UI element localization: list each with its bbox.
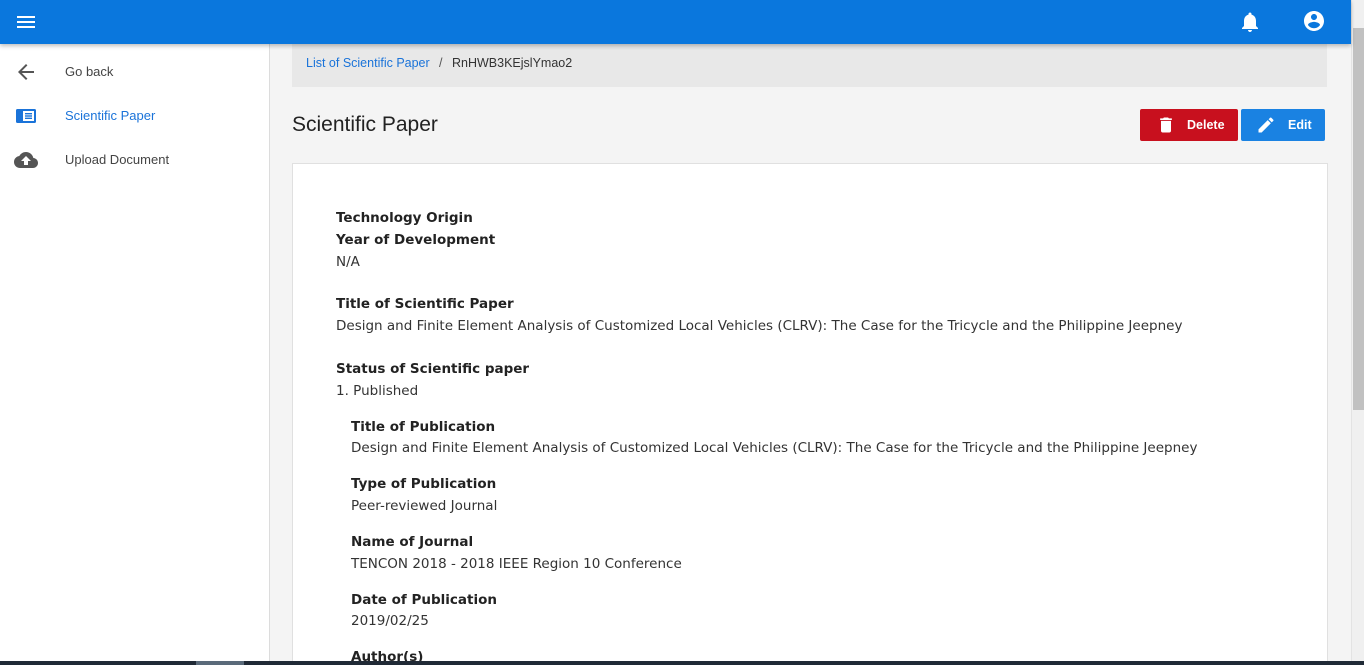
publication-type-label: Type of Publication [351, 476, 497, 492]
publication-type-value: Peer-reviewed Journal [351, 498, 498, 514]
arrow-left-icon [14, 60, 38, 84]
sidebar-item-label: Upload Document [65, 152, 170, 167]
pencil-icon [1256, 115, 1276, 135]
status-value: 1. Published [336, 383, 419, 399]
sidebar-item-go-back[interactable]: Go back [0, 52, 269, 92]
status-label: Status of Scientific paper [336, 361, 530, 377]
top-app-bar [0, 0, 1351, 44]
sidebar-item-label: Go back [65, 64, 114, 79]
sidebar-item-upload-document[interactable]: Upload Document [0, 140, 269, 180]
publication-date-value: 2019/02/25 [351, 613, 429, 629]
paper-title-label: Title of Scientific Paper [336, 296, 514, 312]
cloud-upload-icon [14, 148, 38, 172]
publication-title-value: Design and Finite Element Analysis of Cu… [351, 440, 1198, 456]
taskbar-segment [196, 661, 244, 665]
breadcrumb-separator: / [439, 56, 443, 70]
sidebar-item-scientific-paper[interactable]: Scientific Paper [0, 96, 269, 136]
delete-button-label: Delete [1187, 118, 1225, 132]
sidebar: Go back Scientific Paper Upload Document [0, 44, 270, 665]
year-of-development-label: Year of Development [336, 232, 496, 248]
breadcrumb-current: RnHWB3KEjslYmao2 [452, 56, 573, 70]
page-scrollbar[interactable] [1351, 0, 1364, 665]
details-card: Technology Origin Year of Development N/… [292, 163, 1328, 665]
trash-icon [1156, 115, 1176, 135]
menu-icon[interactable] [14, 10, 38, 34]
publication-title-label: Title of Publication [351, 419, 496, 435]
delete-button[interactable]: Delete [1140, 109, 1238, 141]
paper-title-value: Design and Finite Element Analysis of Cu… [336, 318, 1183, 334]
publication-date-label: Date of Publication [351, 592, 497, 608]
sidebar-item-label: Scientific Paper [65, 108, 156, 123]
book-icon [14, 104, 38, 128]
breadcrumb-link-list[interactable]: List of Scientific Paper [306, 56, 430, 70]
scrollbar-thumb[interactable] [1353, 28, 1364, 410]
journal-name-label: Name of Journal [351, 534, 474, 550]
breadcrumb: List of Scientific Paper / RnHWB3KEjslYm… [292, 44, 1327, 87]
page-title: Scientific Paper [292, 113, 438, 136]
journal-name-value: TENCON 2018 - 2018 IEEE Region 10 Confer… [351, 556, 682, 572]
taskbar-strip [0, 661, 1364, 665]
technology-origin-label: Technology Origin [336, 210, 473, 226]
account-circle-icon[interactable] [1302, 9, 1326, 33]
edit-button-label: Edit [1288, 118, 1312, 132]
year-of-development-value: N/A [336, 254, 360, 270]
edit-button[interactable]: Edit [1241, 109, 1325, 141]
bell-icon[interactable] [1238, 10, 1262, 34]
